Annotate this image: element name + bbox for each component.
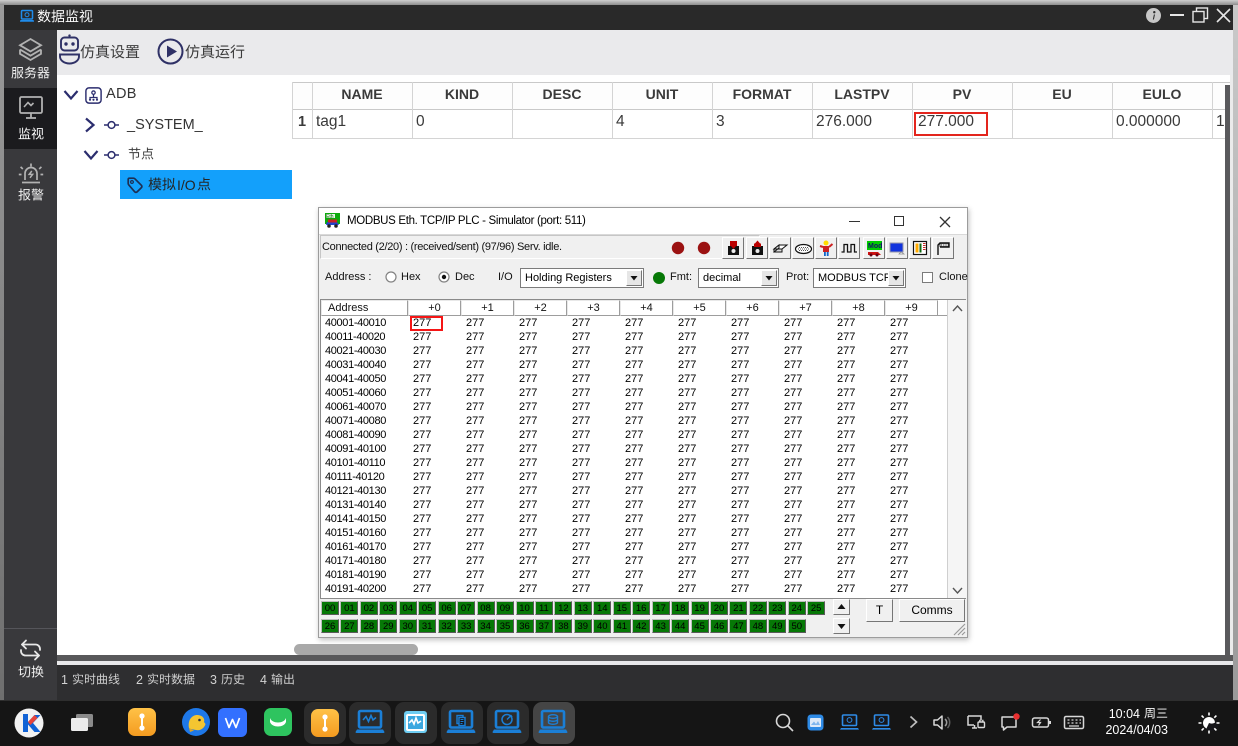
svg-text:Mod: Mod (868, 243, 882, 250)
svg-text:Eth: Eth (326, 214, 334, 220)
